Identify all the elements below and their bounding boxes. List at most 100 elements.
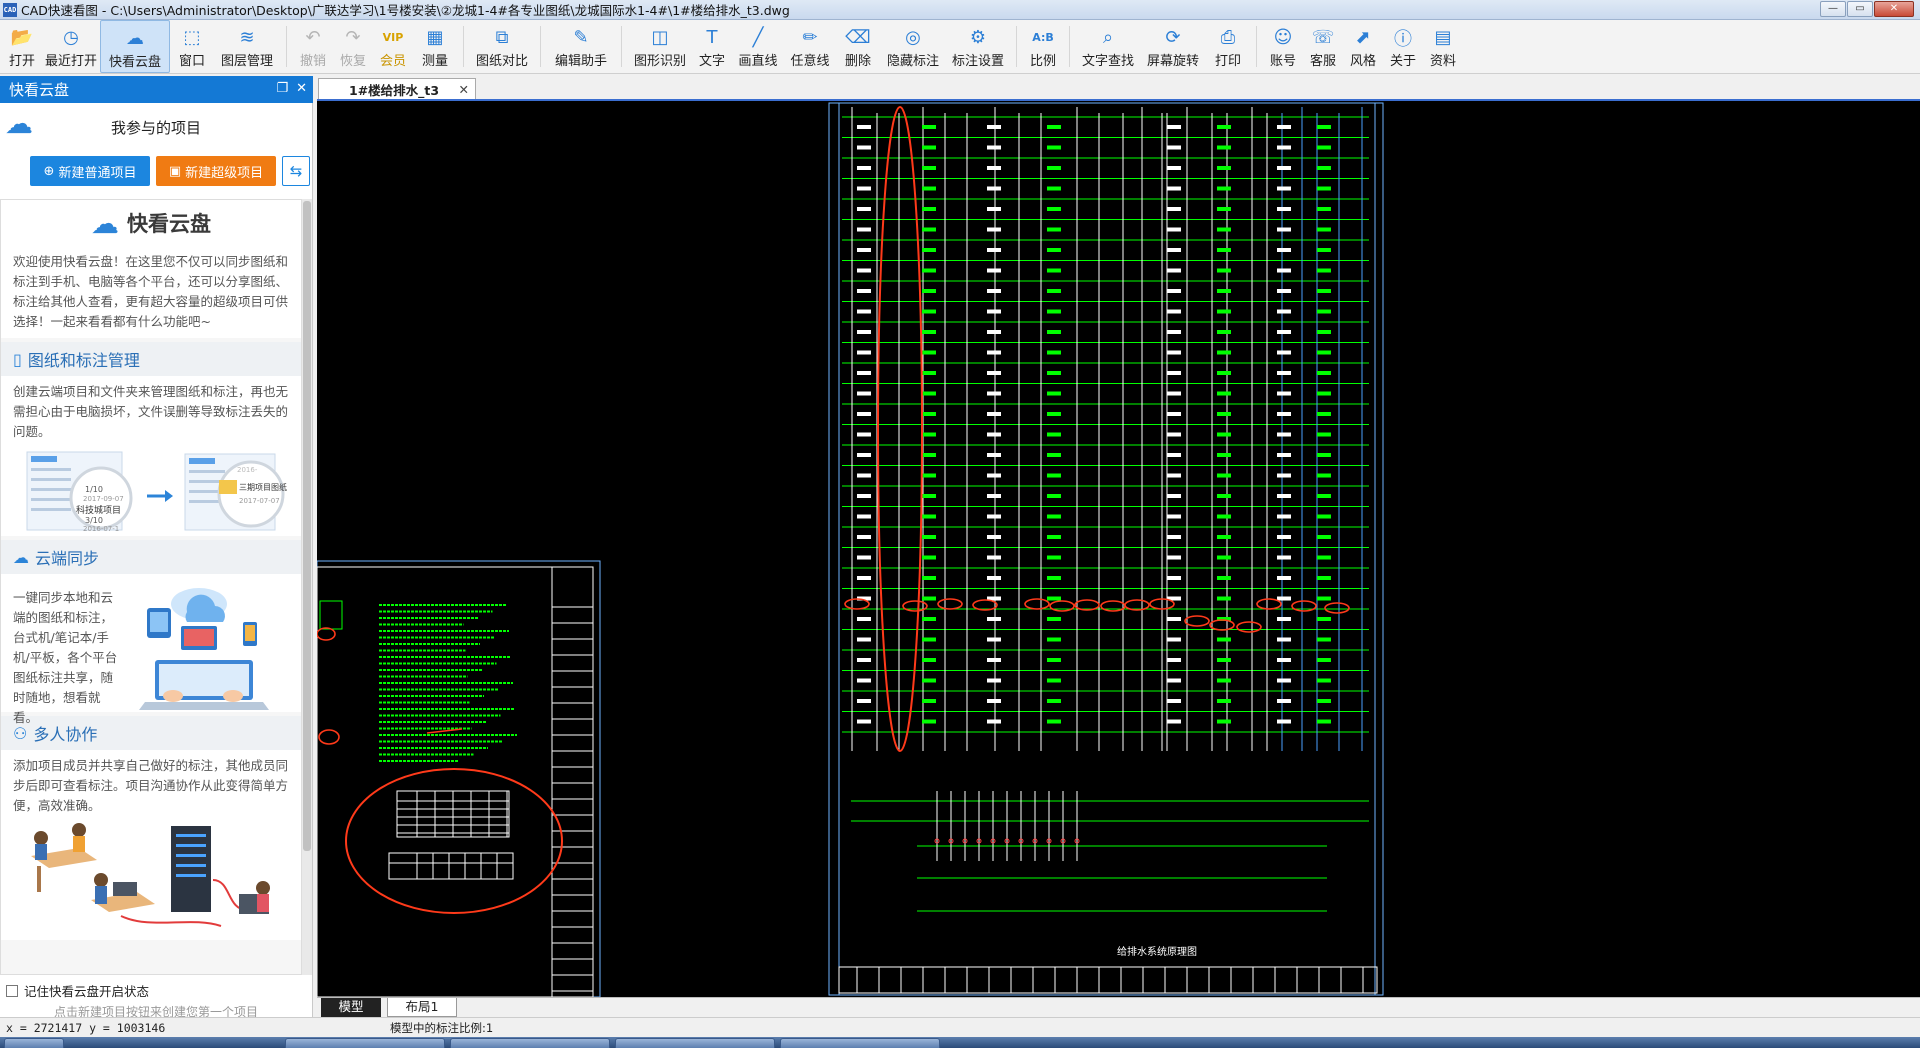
fitting-mark [1277, 678, 1291, 683]
markup-circle [1324, 602, 1350, 614]
tab-layout1[interactable]: 布局1 [387, 998, 457, 1017]
fitting-mark [1277, 248, 1291, 252]
fitting-mark [1217, 412, 1231, 416]
toolbar-button-edit-assistant[interactable]: ✎ 编辑助手 [547, 20, 615, 73]
toolbar-button-undo[interactable]: ↶ 撤销 [293, 20, 333, 73]
toolbar-label: 文字 [698, 54, 725, 69]
document-tab-close-icon[interactable]: ✕ [459, 82, 469, 97]
toolbar-button-freehand[interactable]: ✏ 任意线 [784, 20, 836, 73]
markup-circle [1184, 615, 1210, 627]
fitting-mark [922, 473, 936, 478]
toolbar-button-scale[interactable]: A:B 比例 [1023, 20, 1063, 73]
toolbar-label: 打印 [1214, 54, 1241, 69]
cursor-coordinates: x = 2721417 y = 1003146 [6, 1021, 166, 1035]
fitting-mark [1167, 330, 1181, 334]
fitting-mark [1217, 309, 1231, 314]
fitting-mark [1317, 432, 1331, 437]
text-search-icon: ⌕ [1102, 27, 1114, 48]
fitting-mark [1317, 391, 1331, 396]
compare-icon: ⧉ [495, 27, 509, 48]
toolbar-button-window[interactable]: ⬚ 窗口 [170, 20, 214, 73]
fitting-mark [857, 699, 871, 703]
fitting-mark [922, 268, 936, 273]
fitting-mark [857, 166, 871, 170]
redo-icon: ↷ [345, 27, 361, 48]
minimize-button[interactable]: — [1820, 1, 1846, 17]
fitting-mark [1167, 166, 1181, 170]
toolbar-button-print[interactable]: ⎙ 打印 [1206, 20, 1250, 73]
toolbar-button-account[interactable]: ☺ 账号 [1263, 20, 1303, 73]
fitting-mark [1217, 391, 1231, 396]
toolbar-button-resources[interactable]: ▤ 资料 [1423, 20, 1463, 73]
document-tab[interactable]: 1#楼给排水_t3 ✕ [318, 78, 476, 100]
pipe-table [388, 852, 514, 880]
toolbar-button-text-search[interactable]: ⌕ 文字查找 [1076, 20, 1140, 73]
toolbar-label: 撤销 [299, 54, 326, 69]
fitting-mark [987, 371, 1001, 375]
toolbar-button-recent-clock[interactable]: ◷ 最近打开 [42, 20, 100, 73]
toolbar-button-info[interactable]: ⓘ 关于 [1383, 20, 1423, 73]
tab-model[interactable]: 模型 [321, 998, 381, 1017]
toolbar-button-redo[interactable]: ↷ 恢复 [333, 20, 373, 73]
toolbar-button-compare[interactable]: ⧉ 图纸对比 [470, 20, 534, 73]
toolbar-button-eraser[interactable]: ⌫ 删除 [836, 20, 880, 73]
headset-icon: ☏ [1311, 27, 1335, 48]
markup-circle [1256, 598, 1282, 610]
fitting-mark [987, 166, 1001, 170]
taskbar-item[interactable] [450, 1038, 610, 1048]
fitting-mark [987, 678, 1001, 683]
sync-illustration-image [139, 588, 269, 710]
sync-button[interactable]: ⇆ [282, 156, 310, 186]
taskbar-start[interactable] [4, 1038, 64, 1048]
fitting-mark [1317, 412, 1331, 416]
taskbar-item[interactable] [615, 1038, 775, 1048]
toolbar-button-layers[interactable]: ≋ 图层管理 [214, 20, 280, 73]
taskbar-item[interactable] [285, 1038, 445, 1048]
illustration-collab [1, 820, 301, 940]
remember-state-row[interactable]: 记住快看云盘开启状态 [6, 981, 149, 1000]
new-super-project-button[interactable]: ▣ 新建超级项目 [156, 156, 276, 186]
markup-underline [426, 728, 463, 734]
toolbar-button-measure[interactable]: ▦ 测量 [413, 20, 457, 73]
panel-restore-icon[interactable]: ❐ [276, 81, 288, 96]
fitting-mark [1317, 125, 1331, 129]
cad-drawing[interactable]: 给排水系统原理图 [317, 101, 1920, 997]
fitting-mark [1167, 514, 1181, 519]
toolbar-button-rotate-screen[interactable]: ⟳ 屏幕旋转 [1140, 20, 1206, 73]
toolbar-button-headset[interactable]: ☏ 客服 [1303, 20, 1343, 73]
fitting-mark [857, 350, 871, 355]
restore-button[interactable]: ▭ [1847, 1, 1873, 17]
annotation-scale-text: 模型中的标注比例:1 [390, 1021, 494, 1035]
toolbar-button-text[interactable]: T 文字 [692, 20, 732, 73]
notes-frame [317, 560, 601, 997]
vip-icon: VIP [382, 31, 404, 44]
fitting-mark [1217, 289, 1231, 293]
toolbar-button-style[interactable]: ⬈ 风格 [1343, 20, 1383, 73]
toolbar-button-cloud[interactable]: ☁ 快看云盘 [100, 20, 170, 73]
toolbar-button-annotation-settings[interactable]: ⚙ 标注设置 [946, 20, 1010, 73]
panel-close-icon[interactable]: ✕ [296, 81, 307, 96]
toolbar-button-vip[interactable]: VIP 会员 [373, 20, 413, 73]
close-button[interactable]: ✕ [1874, 1, 1914, 17]
toolbar-button-line[interactable]: ╱ 画直线 [732, 20, 784, 73]
toolbar-label: 图纸对比 [475, 54, 528, 69]
fitting-mark [1047, 494, 1061, 498]
fitting-mark [1047, 699, 1061, 703]
panel-scroll-thumb[interactable] [303, 201, 311, 851]
new-normal-project-button[interactable]: ⊕ 新建普通项目 [30, 156, 150, 186]
toolbar-button-open-folder[interactable]: 📂 打开 [2, 20, 42, 73]
fitting-mark [987, 617, 1001, 621]
toolbar-button-shape-recognition[interactable]: ◫ 图形识别 [628, 20, 692, 73]
fitting-mark [1047, 125, 1061, 129]
toolbar-label: 客服 [1309, 54, 1336, 69]
toolbar-button-hide-annotation[interactable]: ◎ 隐藏标注 [880, 20, 946, 73]
toolbar-label: 隐藏标注 [886, 54, 939, 69]
section-title-sync: 云端同步 [35, 549, 100, 568]
remember-state-checkbox[interactable] [6, 984, 18, 997]
fitting-mark [1047, 207, 1061, 211]
taskbar-item[interactable] [780, 1038, 940, 1048]
cad-canvas[interactable]: 给排水系统原理图 [317, 101, 1920, 997]
fitting-mark [1167, 432, 1181, 437]
fitting-mark [1047, 658, 1061, 662]
fitting-mark [987, 186, 1001, 191]
